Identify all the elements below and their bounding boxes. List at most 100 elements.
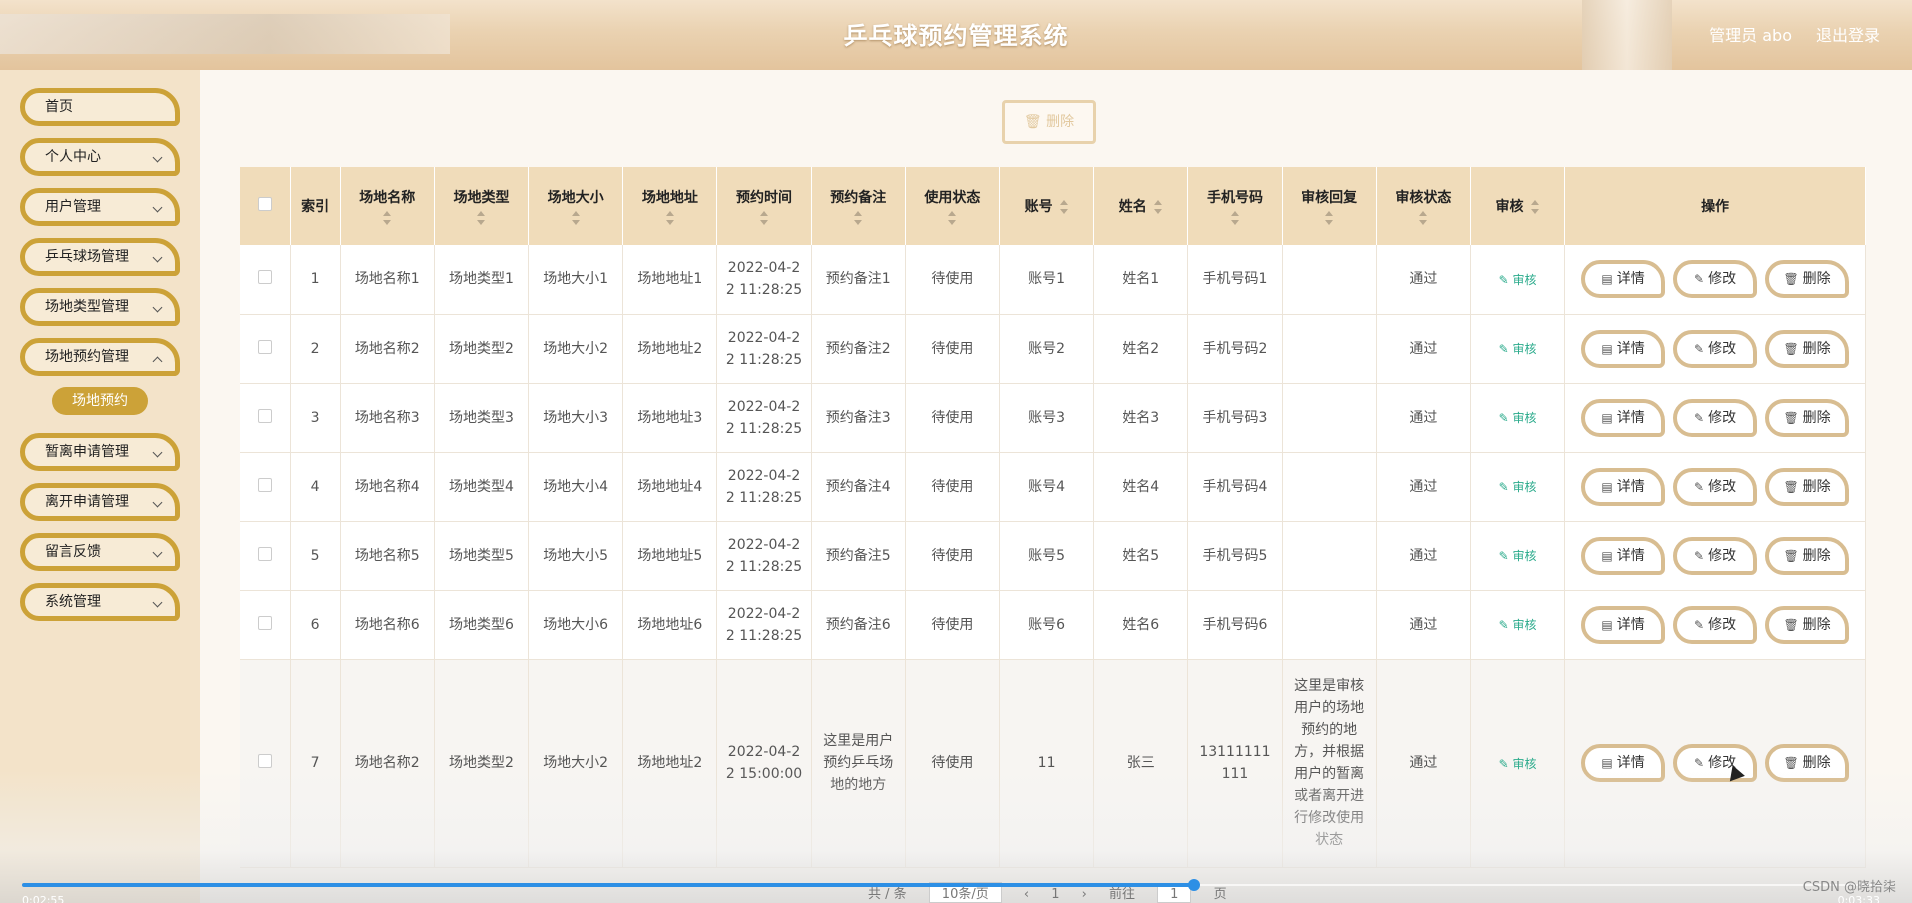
sidebar-item-users[interactable]: 用户管理 xyxy=(20,188,180,226)
batch-delete-button[interactable]: 🗑 删除 xyxy=(1002,100,1096,144)
pencil-icon: ✎ xyxy=(1694,548,1705,563)
sort-icon[interactable] xyxy=(1324,211,1334,225)
column-header-label: 预约时间 xyxy=(736,190,793,206)
sort-icon[interactable] xyxy=(759,211,769,225)
table-cell: 通过 xyxy=(1376,383,1471,453)
detail-button[interactable]: ▤ 详情 xyxy=(1581,329,1666,368)
delete-button[interactable]: 🗑 删除 xyxy=(1765,329,1850,368)
column-header[interactable]: 预约时间 xyxy=(716,167,812,245)
audit-link[interactable]: ✎ 审核 xyxy=(1499,273,1537,287)
sort-icon[interactable] xyxy=(1530,200,1540,214)
delete-button[interactable]: 🗑 删除 xyxy=(1765,260,1850,299)
column-header[interactable]: 手机号码 xyxy=(1187,167,1283,245)
delete-button[interactable]: 🗑 删除 xyxy=(1765,536,1850,575)
row-checkbox[interactable] xyxy=(240,590,291,660)
column-header[interactable]: 场地地址 xyxy=(622,167,718,245)
detail-label: 详情 xyxy=(1616,547,1645,564)
row-checkbox[interactable] xyxy=(240,383,291,453)
table-cell: 11 xyxy=(999,659,1095,868)
sort-icon[interactable] xyxy=(382,211,392,225)
sort-icon[interactable] xyxy=(1059,200,1069,214)
column-header[interactable]: 场地名称 xyxy=(340,167,435,245)
audit-link[interactable]: ✎ 审核 xyxy=(1499,480,1537,494)
video-progress-bar[interactable] xyxy=(22,883,1192,887)
delete-button[interactable]: 🗑 删除 xyxy=(1765,605,1850,644)
sort-icon[interactable] xyxy=(476,211,486,225)
pager-current[interactable]: 1 xyxy=(1051,887,1059,902)
actions-cell: ▤ 详情 ✎ 修改 🗑 删除 xyxy=(1564,383,1866,453)
sidebar-item-court-types[interactable]: 场地类型管理 xyxy=(20,288,180,326)
column-header[interactable]: 账号 xyxy=(999,167,1095,245)
chevron-down-icon xyxy=(152,447,163,458)
header: 乒乓球预约管理系统 管理员 abo 退出登录 xyxy=(0,0,1912,70)
row-checkbox[interactable] xyxy=(240,521,291,591)
sort-icon[interactable] xyxy=(1230,211,1240,225)
column-header[interactable]: 场地大小 xyxy=(528,167,624,245)
column-header-label: 审核 xyxy=(1495,199,1524,215)
table-cell: 这里是审核 用户的场地 预约的地 方，并根据 用户的暂离 或者离开进 行修改使用… xyxy=(1282,659,1377,868)
edit-button[interactable]: ✎ 修改 xyxy=(1673,744,1758,782)
sort-icon[interactable] xyxy=(1153,200,1163,214)
pager-goto-input[interactable]: 1 xyxy=(1157,886,1192,903)
delete-button[interactable]: 🗑 删除 xyxy=(1765,744,1850,782)
pager-prev-icon[interactable]: ‹ xyxy=(1024,887,1029,902)
row-checkbox[interactable] xyxy=(240,452,291,522)
edit-button[interactable]: ✎ 修改 xyxy=(1673,536,1758,575)
column-header[interactable]: 审核 xyxy=(1470,167,1566,245)
sidebar-item-reservations[interactable]: 场地预约管理 xyxy=(20,338,180,376)
sidebar-item-system[interactable]: 系统管理 xyxy=(20,583,180,621)
edit-button[interactable]: ✎ 修改 xyxy=(1673,329,1758,368)
logout-link[interactable]: 退出登录 xyxy=(1816,22,1880,46)
sort-icon[interactable] xyxy=(853,211,863,225)
document-icon: ▤ xyxy=(1601,272,1613,287)
chevron-down-icon xyxy=(152,547,163,558)
sidebar-subitem-reservation[interactable]: 场地预约 xyxy=(52,387,148,415)
edit-button[interactable]: ✎ 修改 xyxy=(1673,260,1758,299)
sidebar-item-personal[interactable]: 个人中心 xyxy=(20,138,180,176)
sidebar-item-courts[interactable]: 乒乓球场管理 xyxy=(20,238,180,276)
column-header[interactable]: 姓名 xyxy=(1093,167,1189,245)
delete-button[interactable]: 🗑 删除 xyxy=(1765,398,1850,437)
column-header[interactable]: 使用状态 xyxy=(905,167,1001,245)
sort-icon[interactable] xyxy=(665,211,675,225)
detail-button[interactable]: ▤ 详情 xyxy=(1581,467,1666,506)
sidebar-item-temp-leave[interactable]: 暂离申请管理 xyxy=(20,433,180,471)
select-all-checkbox[interactable] xyxy=(240,167,291,245)
column-header[interactable]: 审核回复 xyxy=(1282,167,1377,245)
sort-icon[interactable] xyxy=(1418,211,1428,225)
video-progress-track[interactable] xyxy=(1192,884,1882,886)
detail-button[interactable]: ▤ 详情 xyxy=(1581,260,1666,299)
sort-icon[interactable] xyxy=(947,211,957,225)
edit-button[interactable]: ✎ 修改 xyxy=(1673,467,1758,506)
column-header[interactable]: 场地类型 xyxy=(434,167,530,245)
pager-next-icon[interactable]: › xyxy=(1082,887,1087,902)
audit-link[interactable]: ✎ 审核 xyxy=(1499,757,1537,771)
table-cell: 账号5 xyxy=(999,521,1095,591)
audit-link[interactable]: ✎ 审核 xyxy=(1499,618,1537,632)
audit-link[interactable]: ✎ 审核 xyxy=(1499,549,1537,563)
table-cell: 场地地址3 xyxy=(622,383,718,453)
sidebar-item-label: 留言反馈 xyxy=(45,544,101,560)
pager-total: 共 / 条 xyxy=(868,887,907,902)
detail-button[interactable]: ▤ 详情 xyxy=(1581,744,1666,782)
row-checkbox[interactable] xyxy=(240,659,291,868)
edit-button[interactable]: ✎ 修改 xyxy=(1673,398,1758,437)
detail-button[interactable]: ▤ 详情 xyxy=(1581,605,1666,644)
audit-link[interactable]: ✎ 审核 xyxy=(1499,342,1537,356)
edit-button[interactable]: ✎ 修改 xyxy=(1673,605,1758,644)
audit-link[interactable]: ✎ 审核 xyxy=(1499,411,1537,425)
sidebar-item-leave[interactable]: 离开申请管理 xyxy=(20,483,180,521)
video-progress-handle[interactable] xyxy=(1188,879,1200,891)
delete-button[interactable]: 🗑 删除 xyxy=(1765,467,1850,506)
detail-button[interactable]: ▤ 详情 xyxy=(1581,398,1666,437)
detail-button[interactable]: ▤ 详情 xyxy=(1581,536,1666,575)
sidebar-item-feedback[interactable]: 留言反馈 xyxy=(20,533,180,571)
pencil-icon: ✎ xyxy=(1694,617,1705,632)
sidebar-item-home[interactable]: 首页 xyxy=(20,88,180,126)
column-header[interactable]: 预约备注 xyxy=(811,167,906,245)
trash-icon: 🗑 xyxy=(1783,479,1799,494)
row-checkbox[interactable] xyxy=(240,314,291,384)
row-checkbox[interactable] xyxy=(240,245,291,315)
sort-icon[interactable] xyxy=(571,211,581,225)
column-header[interactable]: 审核状态 xyxy=(1376,167,1471,245)
